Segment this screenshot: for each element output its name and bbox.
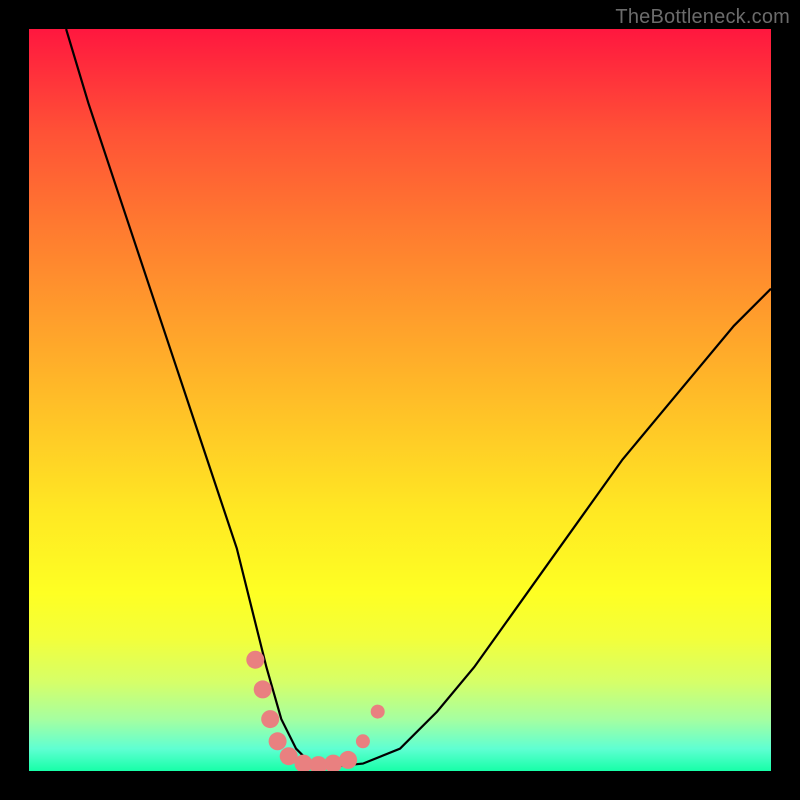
marker-dot <box>324 755 342 771</box>
watermark-text: TheBottleneck.com <box>615 6 790 29</box>
marker-dot <box>254 680 272 698</box>
chart-frame: TheBottleneck.com <box>0 0 800 800</box>
marker-dot <box>246 651 264 669</box>
bottleneck-curve <box>66 29 771 767</box>
plot-area <box>29 29 771 771</box>
marker-dot <box>371 705 385 719</box>
chart-svg <box>29 29 771 771</box>
marker-dot <box>261 710 279 728</box>
marker-dot <box>269 732 287 750</box>
marker-dot <box>339 751 357 769</box>
marker-dot <box>356 734 370 748</box>
curve-path <box>66 29 771 767</box>
